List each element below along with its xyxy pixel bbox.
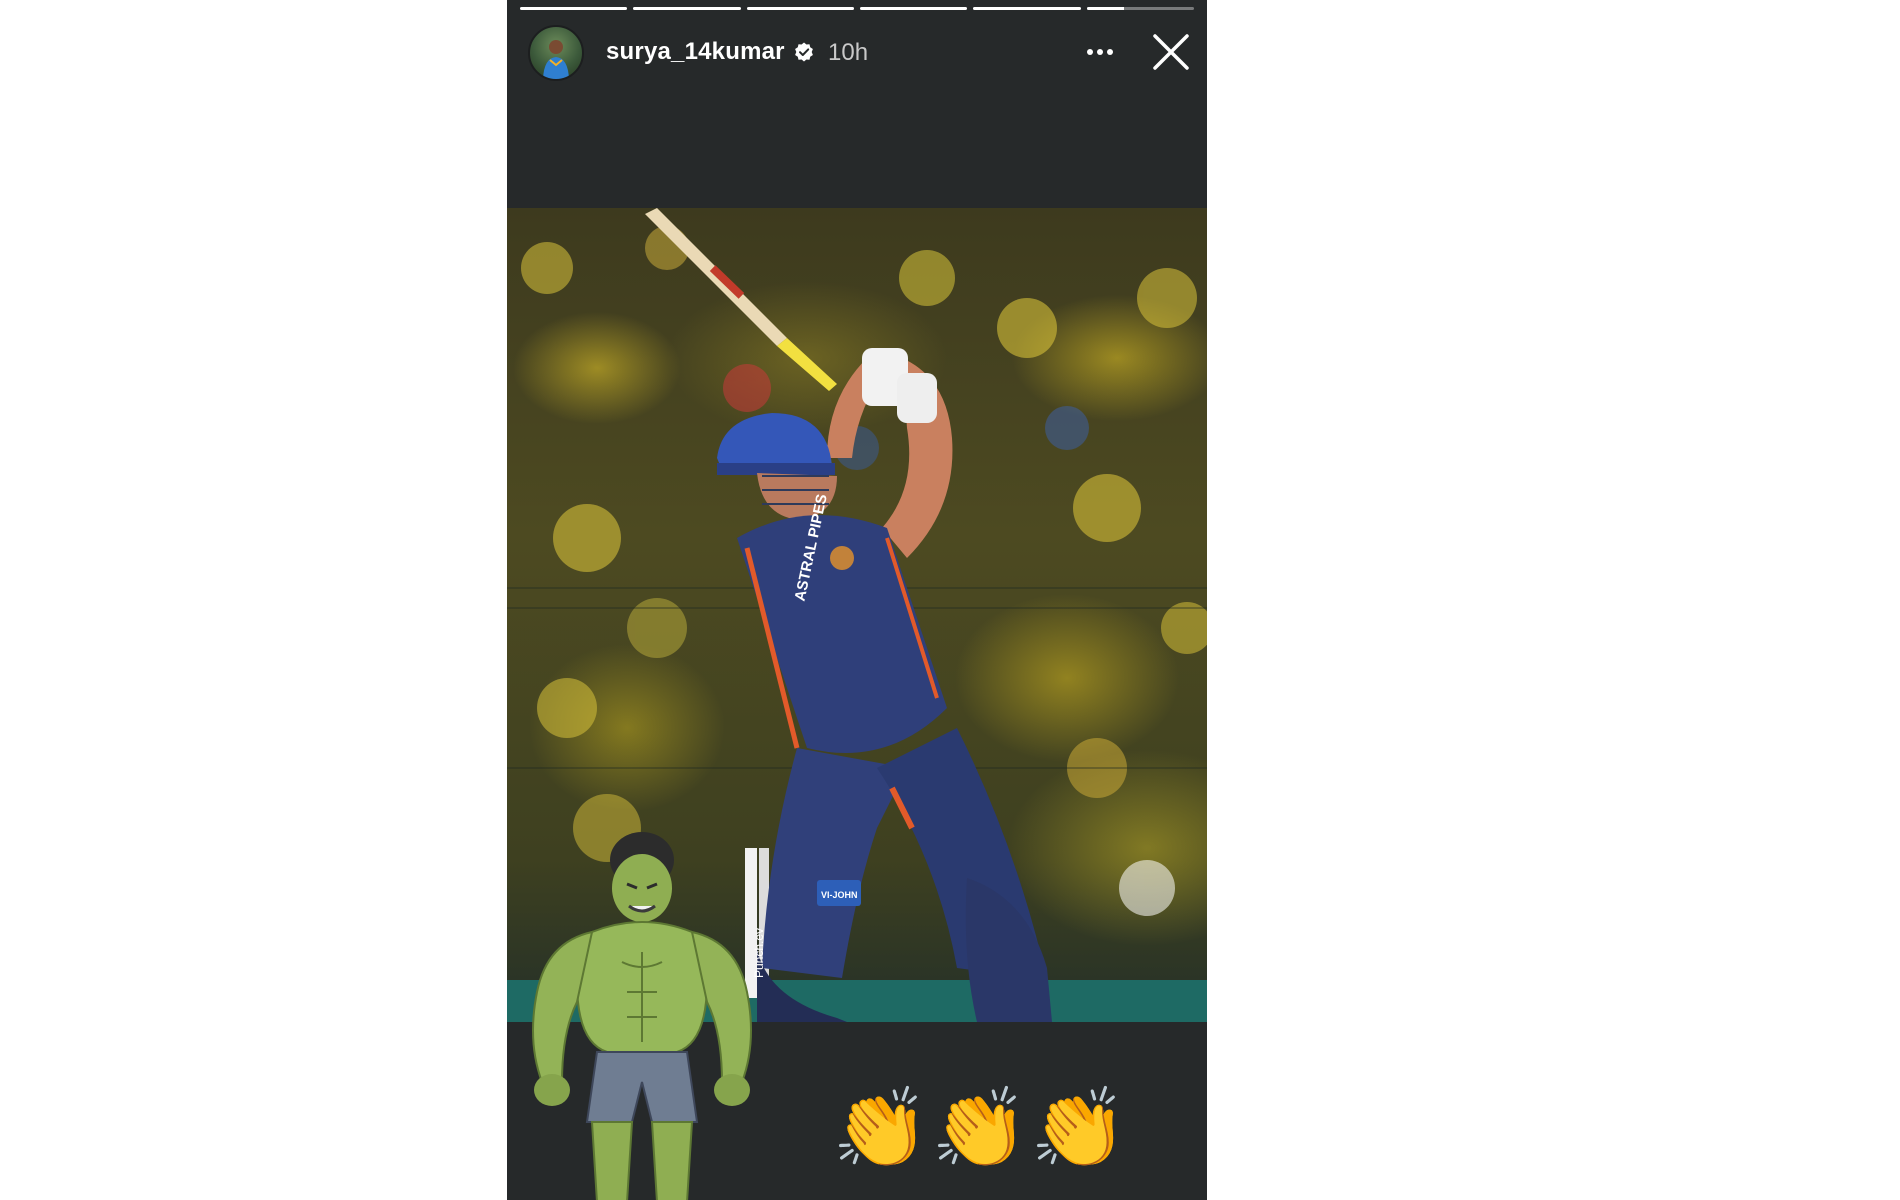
progress-segment xyxy=(633,7,741,10)
clapping-hands-icon: 👏 xyxy=(1030,1084,1128,1174)
clapping-hands-icon: 👏 xyxy=(832,1084,930,1174)
verified-badge-icon xyxy=(795,42,813,62)
progress-segment xyxy=(520,7,628,10)
clap-stickers: 👏 👏 👏 xyxy=(832,1090,1127,1168)
pad-sponsor-text: VI-JOHN xyxy=(821,890,858,900)
close-icon[interactable] xyxy=(1150,31,1192,73)
clapping-hands-icon: 👏 xyxy=(931,1084,1029,1174)
username[interactable]: surya_14kumar xyxy=(606,38,785,66)
story-timestamp: 10h xyxy=(828,39,869,66)
hulk-sticker xyxy=(532,832,752,1200)
story-viewer[interactable]: surya_14kumar 10h ASTRAL PIPES VI-JOHN P… xyxy=(507,0,1207,1200)
progress-segment-current xyxy=(1086,7,1194,10)
story-header: surya_14kumar 10h xyxy=(507,20,1207,88)
more-options-icon[interactable] xyxy=(1080,32,1120,72)
progress-segment xyxy=(859,7,968,10)
progress-segment xyxy=(746,7,854,10)
story-progress-bar xyxy=(520,7,1194,10)
progress-segment xyxy=(973,7,1081,10)
avatar[interactable] xyxy=(528,25,584,81)
